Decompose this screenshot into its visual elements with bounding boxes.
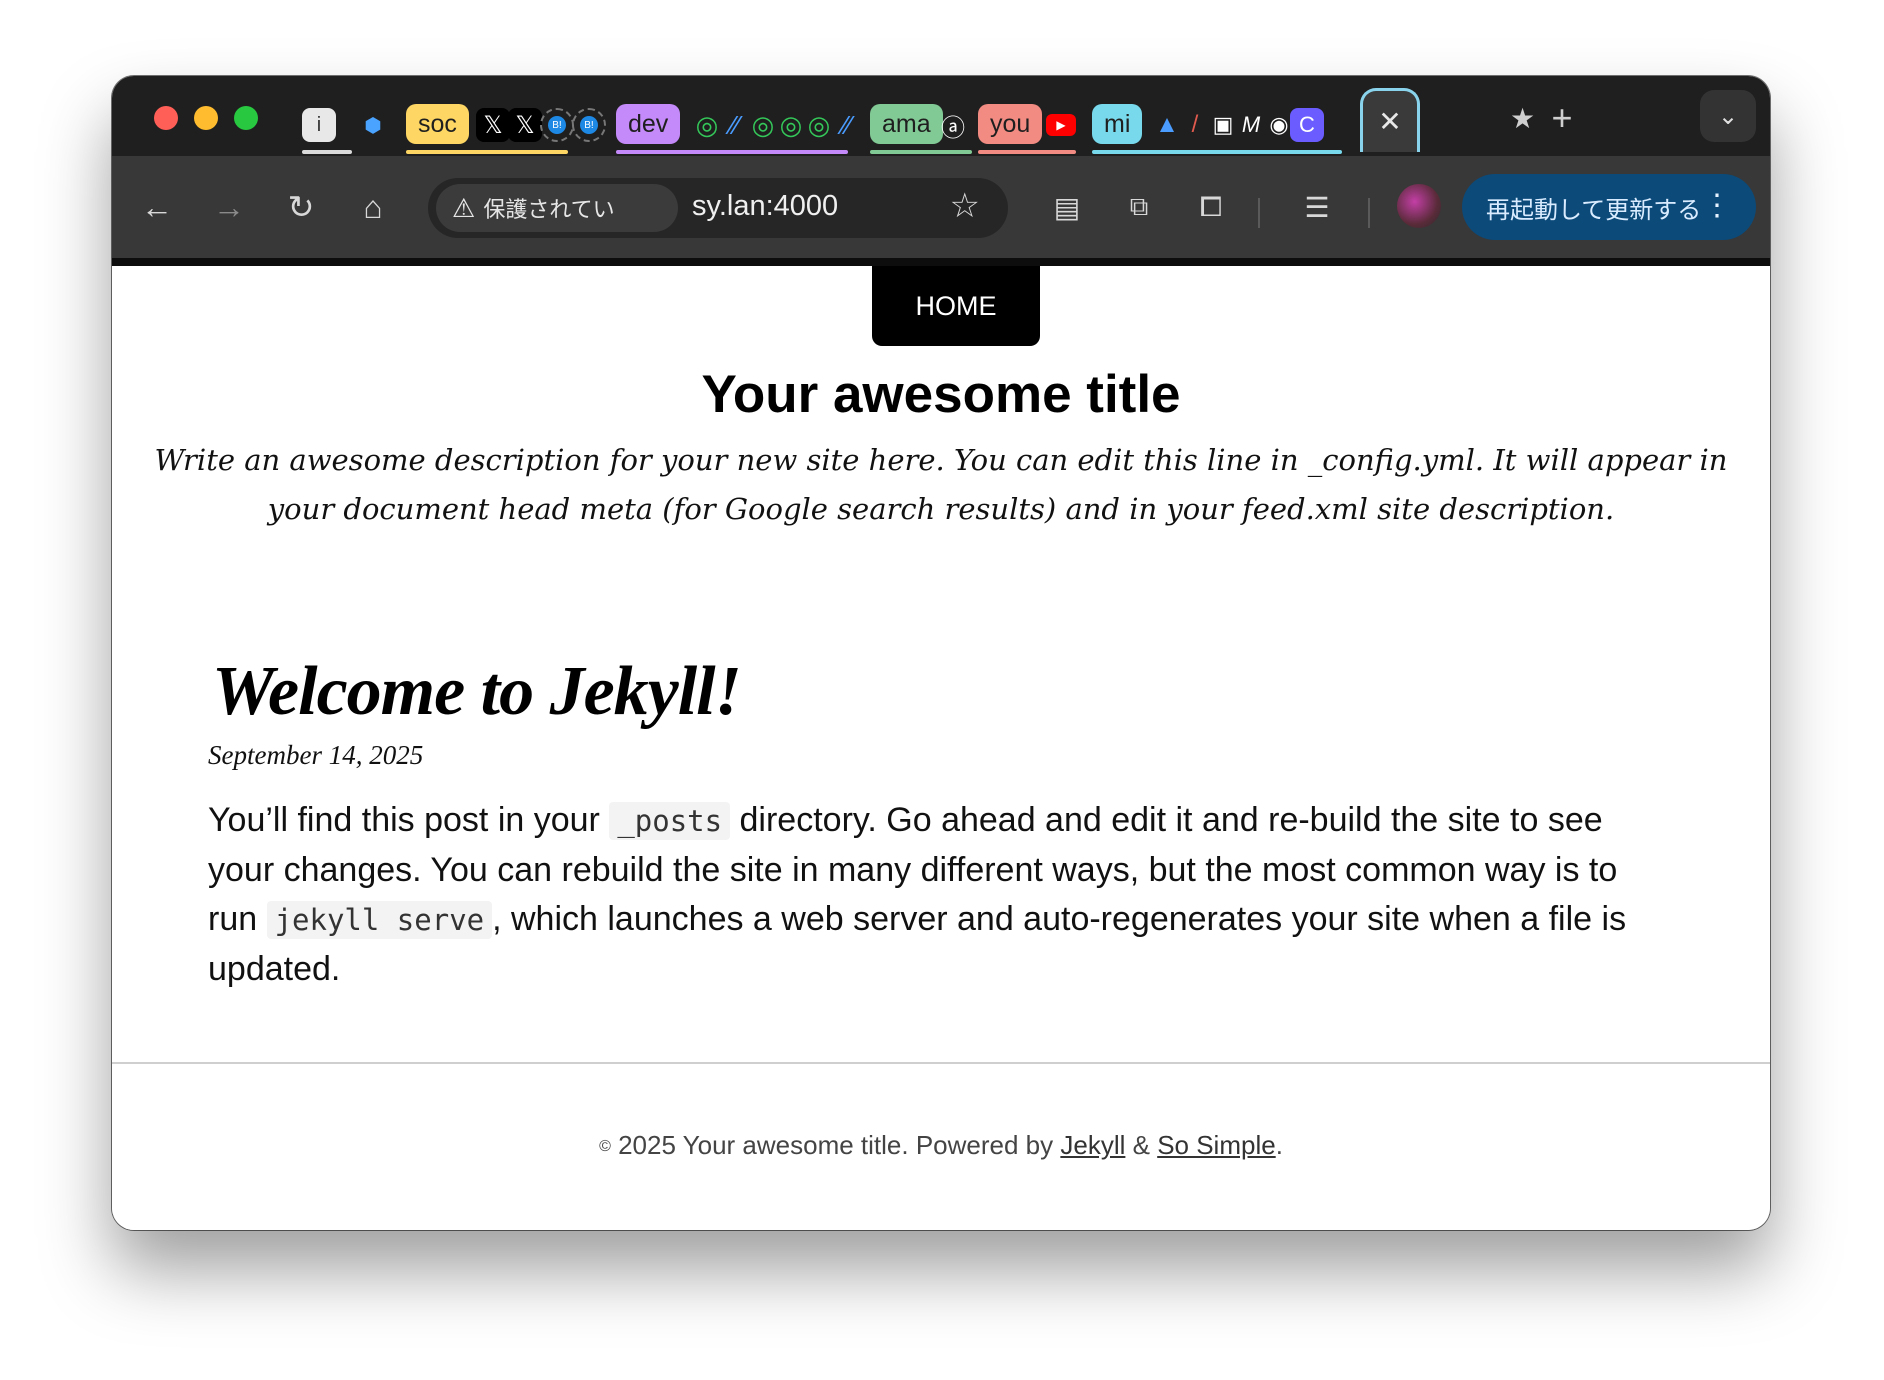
inline-code: jekyll serve [266, 901, 493, 939]
bookmark-star-icon[interactable]: ☆ [950, 186, 980, 226]
new-tab-button[interactable]: + [1542, 98, 1582, 138]
tab-group-mi[interactable]: mi [1092, 104, 1143, 144]
url-text[interactable]: sy.lan:4000 [692, 190, 838, 223]
post-text: You’ll find this post in your [208, 801, 610, 839]
reader-mode-icon[interactable]: ▤ [1044, 184, 1090, 230]
footer-end: . [1275, 1130, 1283, 1160]
web-page: HOME Your awesome title Write an awesome… [112, 266, 1770, 1230]
footer: © 2025 Your awesome title. Powered by Je… [112, 1130, 1770, 1161]
post-body: You’ll find this post in your _posts dir… [208, 796, 1648, 994]
back-button[interactable]: ← [134, 184, 180, 230]
home-icon: ⌂ [363, 188, 383, 225]
maximize-window-button[interactable] [234, 106, 258, 130]
dice-icon[interactable]: ⬢ [356, 108, 390, 142]
chevron-down-icon: ⌄ [1717, 102, 1739, 130]
reload-icon: ↻ [287, 189, 315, 225]
extensions-icon[interactable]: ⧠ [1188, 184, 1234, 230]
tab-info-icon[interactable]: i [302, 108, 336, 142]
tab-group-soc-line [406, 150, 568, 154]
tab-indicator [302, 150, 352, 154]
hatena-bookmark-icon[interactable]: B! [572, 108, 606, 142]
hatena-bookmark-icon[interactable]: B! [540, 108, 574, 142]
translate-icon[interactable]: ⧉ [1116, 184, 1162, 230]
site-description: Write an awesome description for your ne… [154, 443, 1728, 526]
arrow-left-icon: ← [141, 188, 173, 225]
linear-icon[interactable]: ⁄⁄ [830, 108, 864, 142]
youtube-icon[interactable]: ▶ [1044, 108, 1078, 142]
toolbar: ← → ↻ ⌂ ⚠ 保護されてい sy.lan:4000 ☆ ▤ ⧉ ⧠ ☰ 再… [112, 156, 1770, 258]
footer-divider [112, 1062, 1770, 1064]
copyright-symbol: © [599, 1138, 611, 1156]
tab-group-mi-line [1092, 150, 1342, 154]
post-title[interactable]: Welcome to Jekyll! [212, 652, 742, 732]
tab-group-ama[interactable]: ama [870, 104, 943, 144]
x-icon[interactable]: 𝕏 [476, 108, 510, 142]
browser-window: i ⬢ soc 𝕏 𝕏 B! B! dev ◎ ⁄⁄ ◎ ◎ ◎ ⁄⁄ ama … [112, 76, 1770, 1230]
inline-code: _posts [609, 802, 731, 840]
security-label: 保護されてい [483, 197, 615, 222]
active-tab[interactable]: ✕ [1360, 88, 1420, 152]
site-title: Your awesome title [701, 365, 1181, 424]
forward-button[interactable]: → [206, 184, 252, 230]
so-simple-link[interactable]: So Simple [1157, 1130, 1276, 1160]
update-button[interactable]: 再起動して更新する ⋮ [1462, 174, 1756, 240]
profile-avatar[interactable] [1397, 184, 1441, 228]
minimize-window-button[interactable] [194, 106, 218, 130]
tab-strip: i ⬢ soc 𝕏 𝕏 B! B! dev ◎ ⁄⁄ ◎ ◎ ◎ ⁄⁄ ama … [112, 76, 1770, 156]
more-menu-icon[interactable]: ⋮ [1702, 188, 1732, 223]
amazon-icon[interactable]: ⓐ [936, 108, 970, 142]
footer-text: 2025 Your awesome title. Powered by [610, 1130, 1061, 1160]
toolbar-border [112, 258, 1770, 266]
star-icon[interactable]: ★ [1510, 102, 1535, 135]
x-icon[interactable]: 𝕏 [508, 108, 542, 142]
close-tab-icon[interactable]: ✕ [1378, 105, 1401, 138]
home-button[interactable]: ⌂ [350, 184, 396, 230]
arrow-right-icon: → [213, 188, 245, 225]
post-date: September 14, 2025 [208, 740, 424, 770]
tab-group-ama-line [870, 150, 972, 154]
tab-group-dev[interactable]: dev [616, 104, 681, 144]
reload-button[interactable]: ↻ [278, 184, 324, 230]
footer-amp: & [1125, 1130, 1158, 1160]
jekyll-link[interactable]: Jekyll [1060, 1130, 1125, 1160]
update-button-label: 再起動して更新する [1486, 196, 1702, 224]
tab-list: i ⬢ soc 𝕏 𝕏 B! B! dev ◎ ⁄⁄ ◎ ◎ ◎ ⁄⁄ ama … [302, 94, 1642, 154]
toolbar-divider [1368, 198, 1370, 228]
toolbar-divider [1258, 198, 1260, 228]
nav-home-link[interactable]: HOME [872, 266, 1040, 346]
close-window-button[interactable] [154, 106, 178, 130]
security-chip[interactable]: ⚠ 保護されてい [436, 184, 678, 232]
c-icon[interactable]: C [1290, 108, 1324, 142]
reading-list-icon[interactable]: ☰ [1294, 184, 1340, 230]
tab-group-soc[interactable]: soc [406, 104, 469, 144]
tab-group-you-line [978, 150, 1076, 154]
tab-group-you[interactable]: you [978, 104, 1043, 144]
tab-group-dev-line [616, 150, 848, 154]
warning-icon: ⚠ [452, 192, 476, 223]
address-bar[interactable]: ⚠ 保護されてい sy.lan:4000 ☆ [428, 178, 1008, 238]
tab-search-button[interactable]: ⌄ [1700, 90, 1756, 142]
